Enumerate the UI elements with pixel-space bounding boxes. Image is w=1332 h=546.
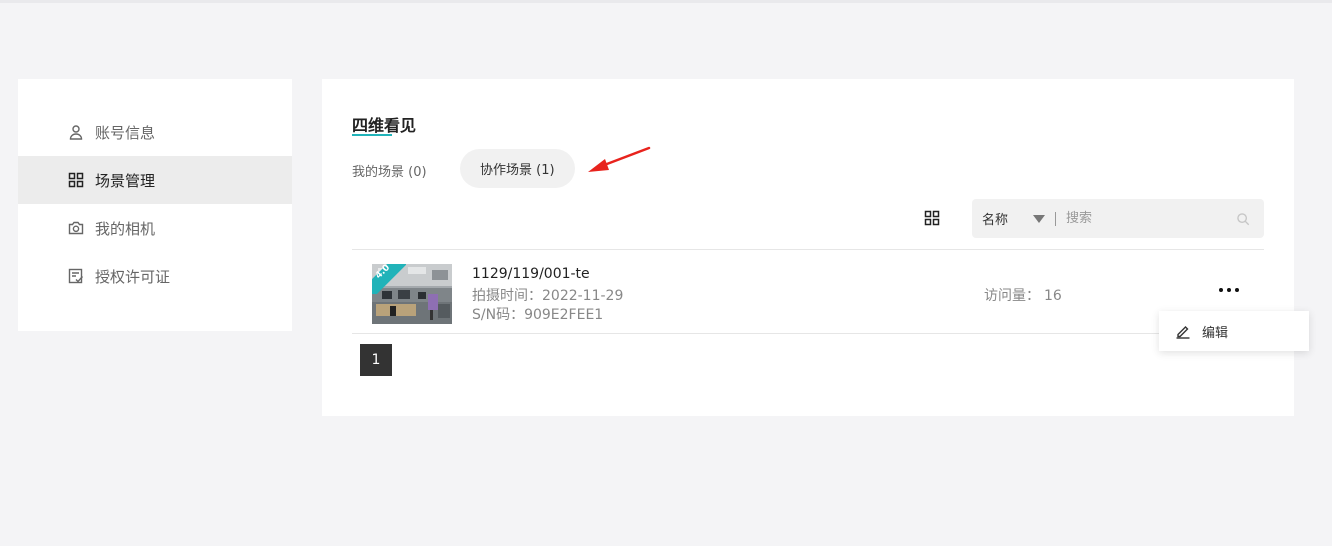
views-label: 访问量： xyxy=(984,288,1040,304)
more-dots-icon xyxy=(1235,288,1239,292)
sidebar-item-label: 我的相机 xyxy=(95,219,156,238)
sidebar-item-scenes[interactable]: 场景管理 xyxy=(18,156,292,204)
grid-icon xyxy=(68,172,84,188)
sidebar-item-account[interactable]: 账号信息 xyxy=(18,108,292,156)
more-options-button[interactable] xyxy=(1212,280,1246,300)
main-panel: 四维看见 我的场景 (0) 协作场景 (1) 名称 搜索 4.0 1129/11… xyxy=(322,79,1294,416)
tab-my-scenes[interactable]: 我的场景 (0) xyxy=(352,161,427,180)
grid-view-icon xyxy=(924,210,940,226)
user-icon xyxy=(68,124,84,140)
search-input[interactable] xyxy=(1055,199,1236,238)
pagination-page-1[interactable]: 1 xyxy=(360,344,392,376)
scene-name[interactable]: 1129/119/001-te xyxy=(472,266,590,282)
tab-label: 协作场景 (1) xyxy=(480,163,555,178)
pencil-icon xyxy=(1176,326,1190,339)
dropdown-item-edit[interactable]: 编辑 xyxy=(1159,311,1309,351)
search-icon[interactable] xyxy=(1236,211,1250,227)
divider xyxy=(352,333,1264,334)
sidebar-item-label: 场景管理 xyxy=(95,171,156,190)
table-row[interactable]: 4.0 1129/119/001-te 拍摄时间：2022-11-29 S/N码… xyxy=(352,250,1264,333)
page-title: 四维看见 xyxy=(352,116,417,135)
version-badge: 4.0 xyxy=(372,264,406,294)
dropdown-item-label: 编辑 xyxy=(1202,325,1229,341)
search-box: 名称 xyxy=(972,199,1264,238)
more-dots-icon xyxy=(1219,288,1223,292)
top-bar xyxy=(0,0,1332,3)
more-dots-icon xyxy=(1227,288,1231,292)
tab-collab-scenes[interactable]: 协作场景 (1) xyxy=(460,149,575,188)
caret-down-icon xyxy=(1033,214,1046,223)
search-field-value: 名称 xyxy=(982,213,1009,228)
views-value: 16 xyxy=(1044,288,1062,304)
sidebar-item-camera[interactable]: 我的相机 xyxy=(18,204,292,252)
sidebar-item-license[interactable]: 授权许可证 xyxy=(18,252,292,300)
scene-views: 访问量： 16 xyxy=(984,285,1062,305)
camera-icon xyxy=(68,220,84,236)
license-icon xyxy=(68,268,84,284)
scene-capture-time: 拍摄时间：2022-11-29 xyxy=(472,288,624,304)
sidebar-item-label: 授权许可证 xyxy=(95,267,171,286)
sidebar: 账号信息 场景管理 我的相机 授权许可证 xyxy=(18,79,292,331)
grid-view-toggle[interactable] xyxy=(924,210,940,226)
title-underline xyxy=(352,134,392,136)
sidebar-item-label: 账号信息 xyxy=(95,123,156,142)
search-field-select[interactable]: 名称 xyxy=(972,209,1055,228)
scene-serial-number: S/N码：909E2FEE1 xyxy=(472,307,604,323)
